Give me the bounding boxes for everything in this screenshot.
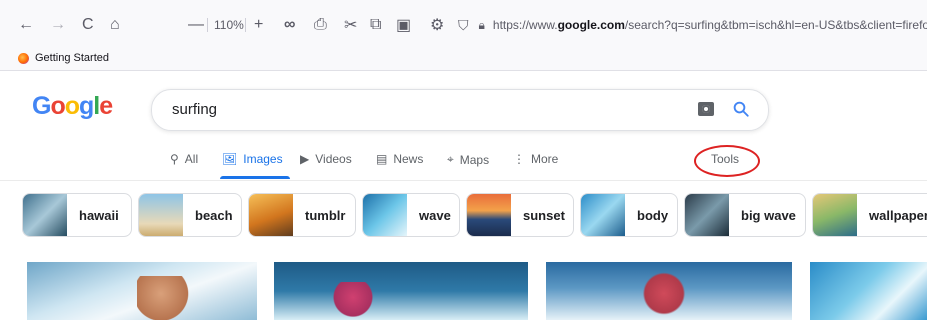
camera-icon[interactable] (698, 102, 714, 116)
video-icon: ▶ (300, 152, 310, 166)
shield-icon: ⛉ (458, 16, 469, 33)
paste-icon[interactable]: ▣ (396, 16, 411, 34)
tab-label: More (531, 152, 559, 166)
zoom-level[interactable]: 110% (214, 18, 244, 32)
annotation-circle (694, 145, 760, 177)
bookmark-label: Getting Started (35, 52, 109, 64)
search-input[interactable]: surfing (172, 101, 217, 118)
chip-beach[interactable]: beach (138, 193, 242, 237)
chip-thumbnail (363, 194, 407, 236)
image-icon: 🖼︎ (222, 152, 238, 166)
settings-gear-icon[interactable]: ⚙ (430, 16, 444, 34)
chip-thumbnail (813, 194, 857, 236)
tab-label: Videos (315, 152, 352, 166)
more-vert-icon: ⋮ (513, 152, 525, 166)
image-result-4[interactable] (810, 262, 927, 320)
search-icon[interactable] (732, 100, 750, 118)
cut-icon[interactable]: ✂ (344, 16, 357, 34)
back-icon[interactable]: ← (18, 16, 34, 34)
chip-thumbnail (23, 194, 67, 236)
surfer-figure (624, 272, 704, 320)
tab-label: News (393, 152, 424, 166)
tab-label: Maps (459, 152, 490, 167)
divider (0, 180, 927, 181)
tab-label: Images (243, 152, 283, 166)
lock-icon: 🔒︎ (478, 17, 485, 32)
url-prefix: https://www. (492, 18, 558, 32)
copy-icon[interactable]: ⧉ (370, 16, 381, 34)
surfer-figure (137, 276, 197, 320)
tab-images[interactable]: 🖼︎ Images (222, 152, 283, 166)
chip-thumbnail (249, 194, 293, 236)
chip-label: tumblr (305, 207, 346, 223)
active-tab-indicator (220, 176, 290, 179)
print-icon[interactable]: ⎙ (314, 16, 327, 34)
chip-sunset[interactable]: sunset (466, 193, 574, 237)
chip-label: big wave (741, 207, 796, 223)
chip-tumblr[interactable]: tumblr (248, 193, 356, 237)
chip-wallpaper[interactable]: wallpaper (812, 193, 927, 237)
chip-wave[interactable]: wave (362, 193, 460, 237)
chip-body[interactable]: body (580, 193, 678, 237)
image-result-1[interactable] (27, 262, 257, 320)
tab-maps[interactable]: ⌖ Maps (447, 152, 489, 167)
url-bar[interactable]: ⛉ 🔒︎ https://www. google.com/search?q=sur… (458, 14, 927, 36)
chip-label: wallpaper (869, 207, 927, 223)
reader-glasses-icon[interactable]: ∞ (284, 16, 295, 34)
tab-all[interactable]: ⚲ All (170, 152, 198, 166)
zoom-in-icon[interactable]: + (254, 16, 263, 34)
separator (207, 18, 208, 32)
zoom-out-icon[interactable]: — (188, 16, 204, 34)
tab-label: All (184, 152, 199, 166)
chip-big-wave[interactable]: big wave (684, 193, 806, 237)
image-result-3[interactable] (546, 262, 792, 320)
home-icon[interactable]: ⌂ (110, 16, 120, 34)
chip-label: body (637, 207, 669, 223)
surfer-figure (318, 282, 388, 320)
browser-toolbar: ← → C ⌂ — 110% + ∞ ⎙ ✂ ⧉ ▣ ⚙ ⛉ 🔒︎ https:… (0, 0, 927, 48)
chip-label: wave (419, 207, 451, 223)
search-tabs: ⚲ All 🖼︎ Images ▶ Videos ▤ News ⌖ Maps ⋮… (0, 146, 927, 180)
news-icon: ▤ (376, 152, 388, 166)
chip-thumbnail (685, 194, 729, 236)
firefox-icon (18, 52, 29, 64)
bookmarks-bar: Getting Started (0, 48, 927, 71)
search-box[interactable]: surfing (151, 89, 769, 131)
reload-icon[interactable]: C (82, 16, 94, 34)
search-icon: ⚲ (170, 152, 179, 166)
chip-label: beach (195, 207, 233, 223)
chip-label: hawaii (79, 207, 119, 223)
chip-thumbnail (467, 194, 511, 236)
chip-label: sunset (523, 207, 565, 223)
url-path: /search?q=surfing&tbm=isch&hl=en-US&tbs&… (624, 18, 927, 32)
tab-videos[interactable]: ▶ Videos (300, 152, 352, 166)
url-domain: google.com (557, 18, 625, 32)
image-result-2[interactable] (274, 262, 528, 320)
tab-more[interactable]: ⋮ More (513, 152, 558, 166)
tab-news[interactable]: ▤ News (376, 152, 423, 166)
map-pin-icon: ⌖ (447, 152, 454, 166)
separator (245, 18, 246, 32)
chip-thumbnail (139, 194, 183, 236)
google-doodle-logo[interactable]: Google (32, 92, 113, 121)
chip-hawaii[interactable]: hawaii (22, 193, 132, 237)
forward-icon[interactable]: → (50, 16, 66, 34)
chip-thumbnail (581, 194, 625, 236)
bookmark-getting-started[interactable]: Getting Started (18, 52, 109, 64)
